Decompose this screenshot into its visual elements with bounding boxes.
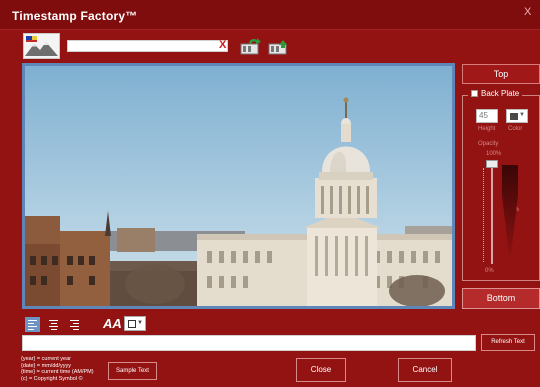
height-label: Height bbox=[478, 126, 496, 132]
capitol-building-photo bbox=[25, 66, 452, 306]
token-legend: {year} = current year {date} = mm/dd/yyy… bbox=[21, 356, 94, 382]
back-plate-header: Back Plate bbox=[468, 89, 523, 98]
save-template-button[interactable] bbox=[268, 37, 290, 55]
back-plate-checkbox[interactable] bbox=[471, 90, 478, 97]
opacity-slider-thumb[interactable] bbox=[486, 160, 498, 168]
text-color-swatch bbox=[128, 320, 136, 328]
chevron-down-icon: ▼ bbox=[137, 320, 143, 326]
refresh-text-button[interactable]: Refresh Text bbox=[481, 334, 535, 351]
back-plate-height-stepper[interactable]: 45 bbox=[476, 109, 498, 123]
window-close-button[interactable]: X bbox=[524, 6, 540, 24]
image-thumbnail[interactable] bbox=[23, 33, 60, 59]
opacity-label: Opacity bbox=[478, 141, 499, 147]
opacity-top-label: 100% bbox=[486, 151, 502, 157]
color-swatch bbox=[510, 113, 518, 120]
timestamp-text-input[interactable] bbox=[22, 335, 476, 351]
title-bar: Timestamp Factory™ X bbox=[0, 0, 540, 30]
opacity-slider-ticks bbox=[483, 168, 487, 262]
load-template-icon bbox=[240, 38, 261, 55]
opacity-bottom-label: 0% bbox=[485, 268, 494, 274]
mountain-image-icon bbox=[24, 34, 59, 58]
legend-time: {time} = current time (AM/PM) bbox=[21, 369, 94, 375]
position-top-button[interactable]: Top bbox=[462, 64, 540, 84]
back-plate-group bbox=[462, 95, 540, 281]
clear-path-button[interactable]: X bbox=[219, 39, 226, 51]
legend-copyright: (c) = Copyright Symbol © bbox=[21, 375, 83, 382]
cancel-button[interactable]: Cancel bbox=[398, 358, 452, 382]
opacity-preview bbox=[502, 165, 518, 263]
align-right-button[interactable] bbox=[67, 317, 82, 332]
position-bottom-button[interactable]: Bottom bbox=[462, 288, 540, 309]
close-button[interactable]: Close bbox=[296, 358, 346, 382]
text-color-picker[interactable]: ▼ bbox=[124, 316, 146, 331]
align-left-button[interactable] bbox=[25, 317, 40, 332]
save-template-icon bbox=[268, 40, 287, 55]
back-plate-label: Back Plate bbox=[481, 89, 520, 98]
window-title: Timestamp Factory™ bbox=[12, 9, 138, 23]
color-label: Color bbox=[508, 126, 523, 132]
back-plate-color-picker[interactable]: ▼ bbox=[506, 109, 528, 123]
sample-text-button[interactable]: Sample Text bbox=[108, 362, 157, 380]
image-path-input[interactable] bbox=[67, 40, 228, 52]
preview-image bbox=[22, 63, 455, 309]
load-template-button[interactable] bbox=[240, 37, 262, 55]
align-center-button[interactable] bbox=[46, 317, 61, 332]
chevron-down-icon: ▼ bbox=[519, 112, 525, 118]
opacity-slider-track[interactable] bbox=[491, 164, 493, 264]
timestamp-factory-window: Timestamp Factory™ X X Top Back Plate 45… bbox=[0, 0, 540, 387]
font-settings-button[interactable]: AA bbox=[103, 316, 122, 331]
